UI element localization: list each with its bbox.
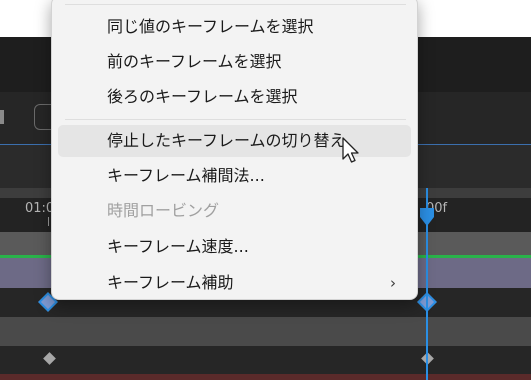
layer-track[interactable]: [0, 317, 531, 346]
mouse-pointer-icon: [342, 137, 359, 163]
menu-item-label: 時間ロービング: [107, 201, 220, 220]
menu-item-label: 停止したキーフレームの切り替え: [107, 131, 346, 150]
ruler-tick: [48, 217, 49, 226]
menu-item-select-following-keyframes[interactable]: 後ろのキーフレームを選択: [58, 81, 411, 113]
menu-item-label: キーフレーム速度...: [107, 237, 249, 256]
menu-item-select-equal-keyframes[interactable]: 同じ値のキーフレームを選択: [58, 11, 411, 43]
menu-item-rove-across-time: 時間ロービング: [58, 195, 411, 227]
menu-item-label: 前のキーフレームを選択: [107, 52, 282, 71]
toolbar-control[interactable]: [0, 110, 4, 124]
menu-item-label: 同じ値のキーフレームを選択: [107, 17, 314, 36]
layer-bar-red: [0, 374, 531, 380]
ruler-label-left: 01:0: [25, 201, 55, 216]
menu-separator: [65, 119, 406, 120]
chevron-right-icon: ›: [390, 274, 396, 292]
menu-item-label: 後ろのキーフレームを選択: [107, 87, 298, 106]
menu-separator: [65, 4, 406, 5]
context-menu: 同じ値のキーフレームを選択 前のキーフレームを選択 後ろのキーフレームを選択 停…: [51, 0, 418, 300]
menu-item-label: キーフレーム補間法...: [107, 166, 265, 185]
menu-item-keyframe-assistant[interactable]: キーフレーム補助 ›: [58, 267, 411, 299]
menu-item-select-previous-keyframes[interactable]: 前のキーフレームを選択: [58, 46, 411, 78]
menu-item-label: キーフレーム補助: [107, 273, 234, 292]
property-track[interactable]: [0, 346, 531, 374]
menu-item-keyframe-velocity[interactable]: キーフレーム速度...: [58, 231, 411, 263]
